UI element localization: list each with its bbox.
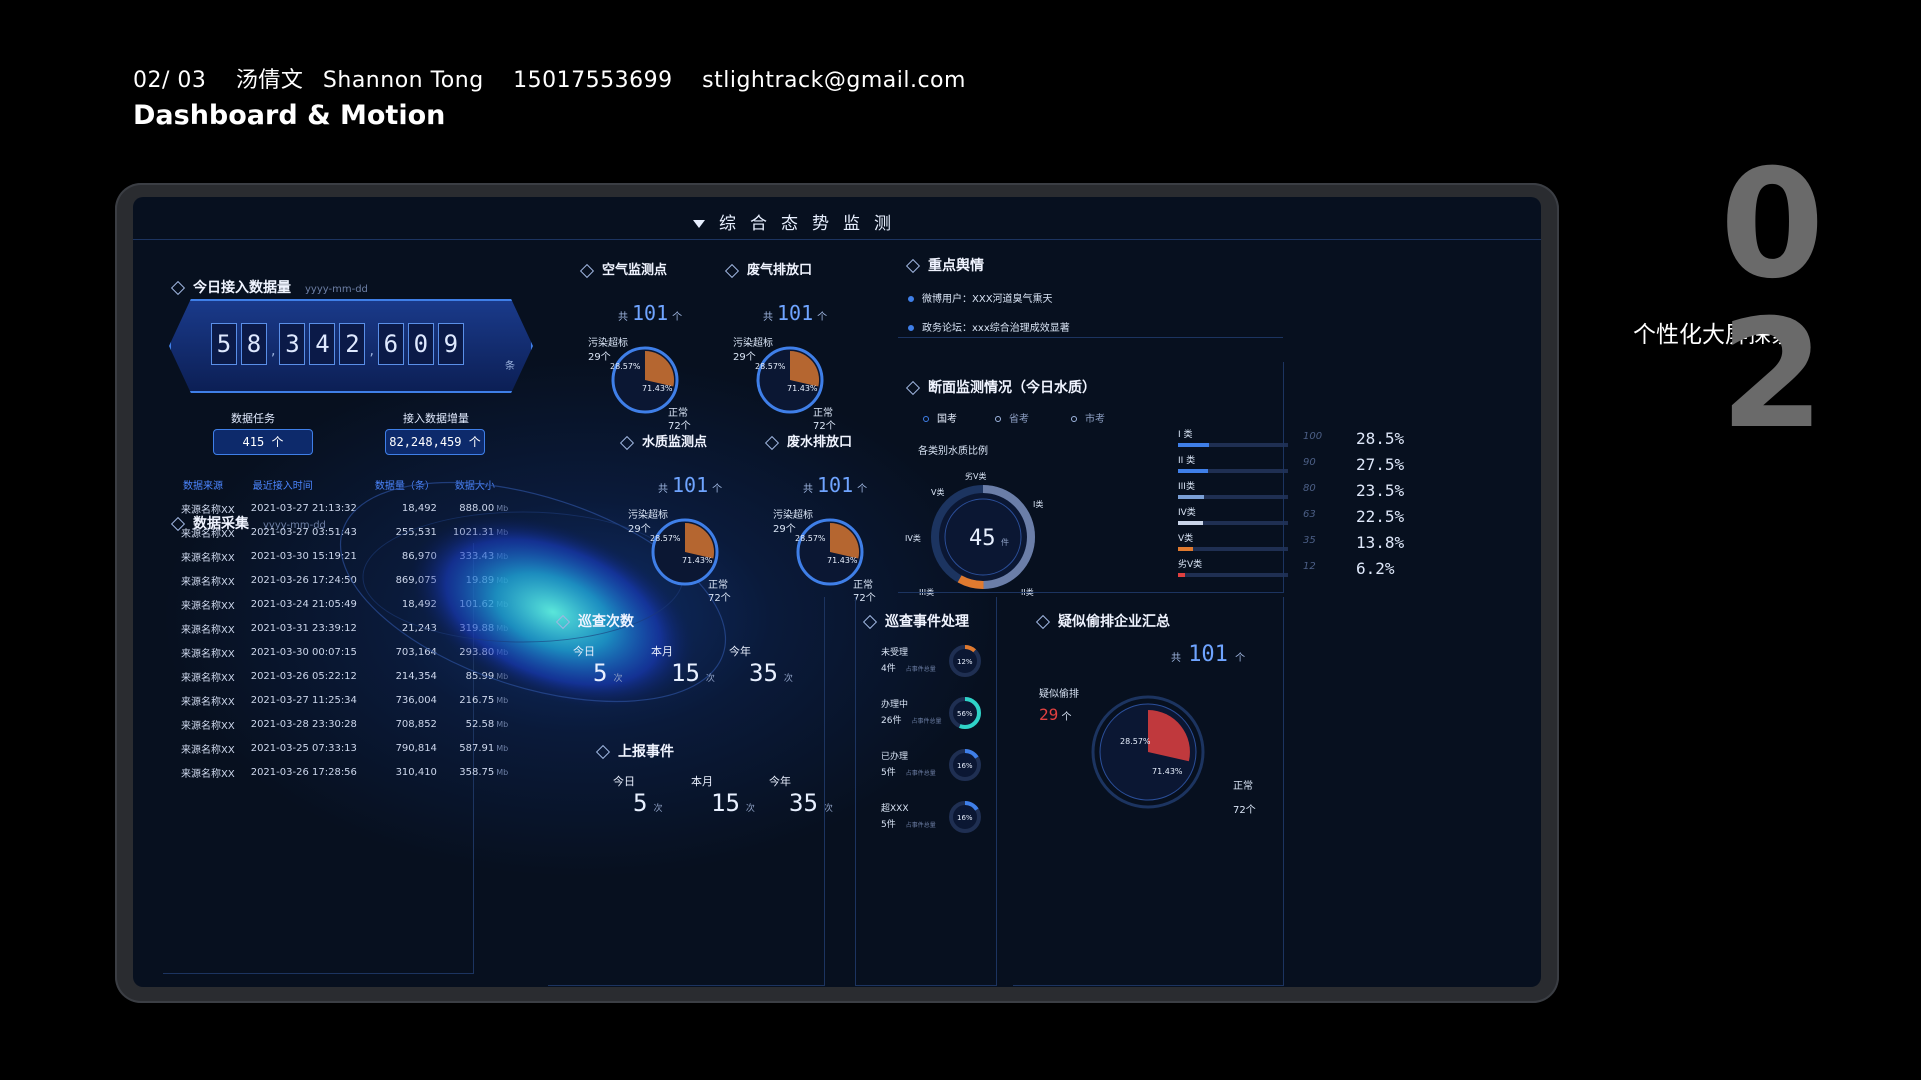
cell-source: 来源名称XX <box>181 624 235 636</box>
class-max: 90 <box>1303 457 1316 468</box>
diamond-icon <box>905 258 921 274</box>
author-cn: 汤倩文 <box>235 68 304 93</box>
polluted-pct: 28.57% <box>795 534 826 543</box>
cell-source: 来源名称XX <box>181 504 235 516</box>
cell-source: 来源名称XX <box>181 552 235 564</box>
today-data-title: 今日接入数据量 yyyy-mm-dd <box>170 277 368 297</box>
suspect-panel-border <box>1013 597 1284 986</box>
section-panel-border <box>898 362 1284 593</box>
opinion-divider <box>898 337 1283 338</box>
diamond-icon <box>764 435 780 450</box>
monitor-total: 共 101 个 <box>763 301 828 325</box>
polluted-pct: 28.57% <box>755 362 786 371</box>
cell-source: 来源名称XX <box>181 720 235 732</box>
monitor-title: 废水排放口 <box>764 431 852 450</box>
monitor-card[interactable]: 空气监测点共 101 个污染超标 29个 28.57% 71.43% 正常 72个 <box>579 257 728 432</box>
counter-digit: 6 <box>377 323 404 365</box>
increase-label: 接入数据增量 <box>403 412 469 425</box>
big-digit-1: 0 <box>1720 138 1825 312</box>
header-meta: 02/ 03 汤倩文 Shannon Tong 15017553699 stli… <box>133 62 988 94</box>
class-max: 63 <box>1303 509 1316 520</box>
cell-source: 来源名称XX <box>181 576 235 588</box>
col-header: 数据来源 <box>183 481 223 492</box>
dashboard-title: 综合态势监测 <box>693 209 905 234</box>
phone: 15017553699 <box>513 68 673 93</box>
monitor-title: 水质监测点 <box>619 431 707 450</box>
class-pct: 13.8% <box>1356 533 1405 552</box>
monitor-donut: 28.57% 71.43% <box>650 518 719 586</box>
class-pct: 23.5% <box>1356 481 1405 500</box>
counter-digit: 9 <box>437 323 464 365</box>
cell-source: 来源名称XX <box>181 768 235 780</box>
data-counter: 5 8 , 3 4 2 , 6 0 9 条 <box>169 299 533 393</box>
monitor-title: 废气排放口 <box>724 259 812 278</box>
monitor-total: 共 101 个 <box>803 473 868 497</box>
polluted-pct: 28.57% <box>610 362 641 371</box>
class-pct: 6.2% <box>1356 559 1395 578</box>
events-panel-border <box>855 597 997 986</box>
normal-pct: 71.43% <box>682 556 713 565</box>
class-max: 100 <box>1303 431 1323 442</box>
counter-unit: 条 <box>505 361 515 372</box>
normal-pct: 71.43% <box>642 384 673 393</box>
big-digit-2: 2 <box>1720 288 1825 462</box>
cell-source: 来源名称XX <box>181 696 235 708</box>
dropdown-triangle-icon[interactable] <box>693 220 705 228</box>
counter-digit: 3 <box>279 323 306 365</box>
monitor-card[interactable]: 废水排放口共 101 个污染超标 29个 28.57% 71.43% 正常 72个 <box>764 429 913 604</box>
page-title: Dashboard & Motion <box>133 100 446 131</box>
task-value: 415 个 <box>213 429 313 455</box>
monitor-title: 空气监测点 <box>579 259 667 278</box>
device-frame: 综合态势监测 今日接入数据量 yyyy-mm-dd 5 8 , 3 4 2 , 6… <box>115 183 1559 1003</box>
class-pct: 28.5% <box>1356 429 1405 448</box>
diamond-icon <box>619 435 635 450</box>
counter-digit: 2 <box>339 323 366 365</box>
opinion-title: 重点舆情 <box>905 255 984 275</box>
monitor-donut: 28.57% 71.43% <box>795 518 864 586</box>
email: stlightrack@gmail.com <box>702 68 966 93</box>
class-pct: 27.5% <box>1356 455 1405 474</box>
cell-source: 来源名称XX <box>181 528 235 540</box>
normal-pct: 71.43% <box>787 384 818 393</box>
diamond-icon <box>170 280 186 296</box>
opinion-item[interactable]: 微博用户：XXX河道臭气熏天 <box>908 290 1053 305</box>
class-max: 80 <box>1303 483 1316 494</box>
page-number: 02/ 03 <box>133 68 207 93</box>
patrol-panel-border <box>548 597 825 986</box>
polluted-pct: 28.57% <box>650 534 681 543</box>
opinion-item[interactable]: 政务论坛：xxx综合治理成效显著 <box>908 319 1070 334</box>
diamond-icon <box>724 263 740 278</box>
monitor-total: 共 101 个 <box>658 473 723 497</box>
counter-digit: 0 <box>407 323 434 365</box>
cell-source: 来源名称XX <box>181 744 235 756</box>
bullet-icon <box>908 325 914 331</box>
monitor-card[interactable]: 废气排放口共 101 个污染超标 29个 28.57% 71.43% 正常 72个 <box>724 257 873 432</box>
author-en: Shannon Tong <box>322 68 484 93</box>
monitor-total: 共 101 个 <box>618 301 683 325</box>
diamond-icon <box>579 263 595 278</box>
counter-digits: 5 8 , 3 4 2 , 6 0 9 <box>211 323 464 379</box>
monitor-donut: 28.57% 71.43% <box>755 346 824 414</box>
normal-pct: 71.43% <box>827 556 858 565</box>
class-pct: 22.5% <box>1356 507 1405 526</box>
monitor-card[interactable]: 水质监测点共 101 个污染超标 29个 28.57% 71.43% 正常 72个 <box>619 429 768 604</box>
cell-source: 来源名称XX <box>181 648 235 660</box>
class-max: 35 <box>1303 535 1316 546</box>
task-label: 数据任务 <box>231 412 275 425</box>
cell-source: 来源名称XX <box>181 600 235 612</box>
cell-source: 来源名称XX <box>181 672 235 684</box>
counter-digit: 8 <box>241 323 267 365</box>
dashboard-topbar: 综合态势监测 <box>133 197 1541 240</box>
bullet-icon <box>908 296 914 302</box>
monitor-donut: 28.57% 71.43% <box>610 346 679 414</box>
counter-digit: 4 <box>309 323 336 365</box>
dashboard-screen: 综合态势监测 今日接入数据量 yyyy-mm-dd 5 8 , 3 4 2 , 6… <box>133 197 1541 987</box>
class-max: 12 <box>1303 561 1316 572</box>
counter-digit: 5 <box>211 323 237 365</box>
